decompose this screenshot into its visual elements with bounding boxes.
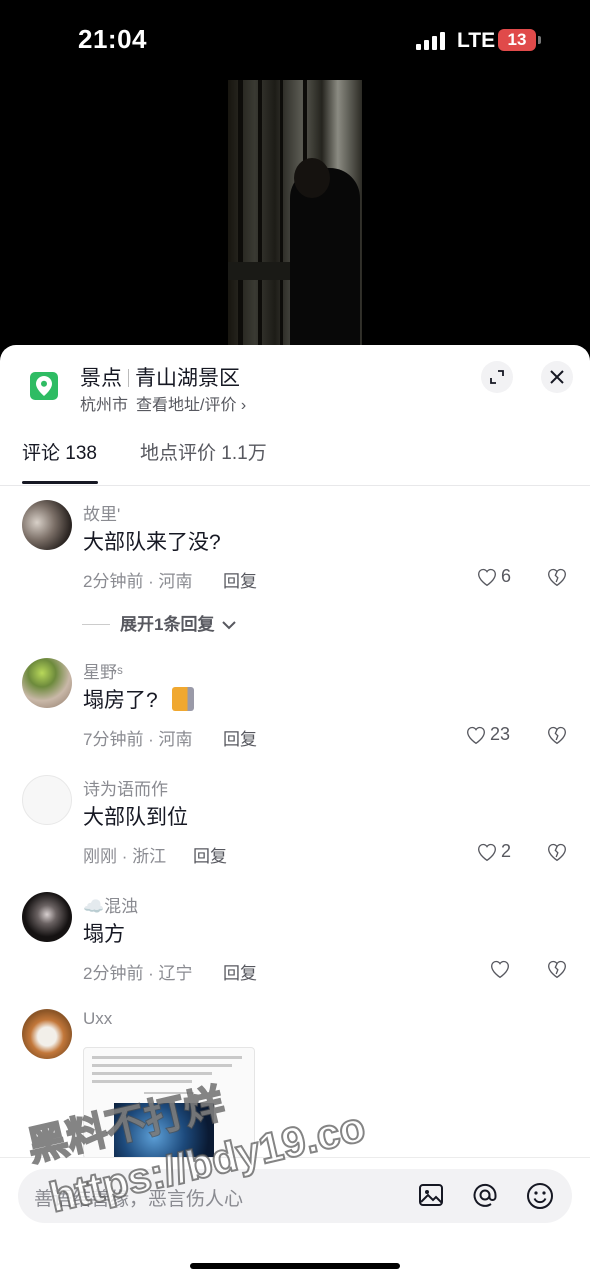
comment-author[interactable]: 星野ˢ	[83, 658, 123, 683]
location-link[interactable]: 查看地址/评价 ›	[136, 397, 246, 414]
reply-button[interactable]: 回复	[193, 842, 227, 867]
tab-comments[interactable]: 评论 138	[22, 438, 97, 465]
comment-meta: 刚刚 · 浙江	[83, 847, 167, 866]
broken-heart-icon	[547, 726, 567, 745]
image-icon[interactable]	[418, 1182, 444, 1208]
avatar[interactable]	[22, 658, 72, 708]
comment-meta: 7分钟前 · 河南	[83, 730, 193, 749]
comment-text: 塌房了?	[83, 684, 194, 714]
reply-button[interactable]: 回复	[223, 567, 257, 592]
comment-text: 大部队来了没?	[83, 531, 221, 554]
person-figure	[290, 168, 360, 345]
divider-line	[82, 624, 110, 625]
expand-button[interactable]	[481, 361, 513, 393]
dislike-button[interactable]	[547, 959, 567, 984]
reply-button[interactable]: 回复	[223, 725, 257, 750]
expand-replies-label: 展开1条回复	[120, 615, 215, 634]
expand-replies-button[interactable]: 展开1条回复	[82, 610, 236, 635]
heart-icon	[477, 843, 497, 862]
like-count: 6	[501, 566, 512, 586]
chevron-down-icon	[222, 621, 236, 630]
active-tab-indicator	[22, 481, 98, 484]
comment-author[interactable]: ☁️混浊	[83, 892, 138, 917]
reply-button[interactable]: 回复	[223, 959, 257, 984]
location-pin-icon	[30, 372, 58, 400]
avatar[interactable]	[22, 892, 72, 942]
comment-author[interactable]: 诗为语而作	[83, 775, 168, 800]
home-indicator	[190, 1263, 400, 1269]
comment-text-content: 塌房了?	[83, 689, 158, 712]
battery-icon: 13	[498, 29, 536, 51]
location-category: 景点	[80, 367, 122, 390]
person-head	[294, 158, 330, 198]
network-type: LTE	[457, 29, 496, 52]
heart-icon	[466, 726, 486, 745]
emoji-icon[interactable]	[526, 1182, 554, 1210]
broken-heart-icon	[547, 960, 567, 979]
comment-meta: 2分钟前 · 河南	[83, 572, 193, 591]
expand-icon	[490, 370, 504, 384]
battery-cap	[538, 36, 541, 44]
signal-icon	[416, 30, 446, 50]
broken-heart-icon	[547, 568, 567, 587]
location-name: 青山湖景区	[135, 367, 240, 390]
clock: 21:04	[78, 24, 147, 54]
comment-meta: 2分钟前 · 辽宁	[83, 964, 193, 983]
avatar[interactable]	[22, 775, 72, 825]
heart-icon	[477, 568, 497, 587]
location-title[interactable]: 景点 青山湖景区	[80, 362, 240, 392]
tab-bar: 评论 138 地点评价 1.1万	[0, 435, 590, 486]
like-count: 2	[501, 841, 512, 861]
broken-heart-icon	[547, 843, 567, 862]
status-bar: 21:04 LTE 13	[0, 0, 590, 80]
location-city: 杭州市	[80, 397, 129, 414]
avatar[interactable]	[22, 500, 72, 550]
close-button[interactable]	[541, 361, 573, 393]
close-icon	[550, 370, 564, 384]
comment-author[interactable]: 故里'	[83, 500, 120, 525]
dislike-button[interactable]	[547, 842, 567, 867]
like-count: 23	[490, 724, 511, 744]
tab-place-reviews[interactable]: 地点评价 1.1万	[140, 438, 267, 465]
comment-author[interactable]: Uxx	[83, 1009, 112, 1029]
avatar[interactable]	[22, 1009, 72, 1059]
dislike-button[interactable]	[547, 567, 567, 592]
mention-icon[interactable]	[472, 1182, 498, 1208]
comment-text: 大部队到位	[83, 806, 188, 829]
dislike-button[interactable]	[547, 725, 567, 750]
cat-sticker-icon	[171, 687, 194, 711]
video-thumbnail[interactable]	[228, 80, 362, 345]
heart-icon	[490, 960, 510, 979]
location-subtitle[interactable]: 杭州市 查看地址/评价 ›	[80, 391, 246, 415]
comment-text: 塌方	[83, 923, 125, 946]
